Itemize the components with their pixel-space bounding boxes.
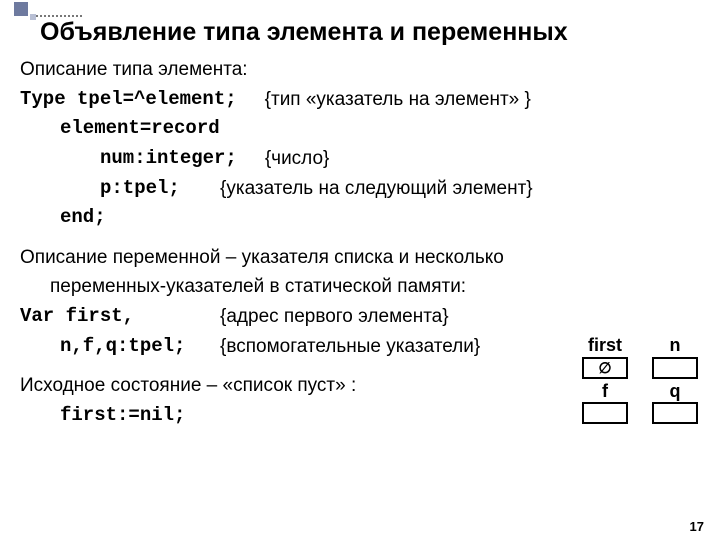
code-type-decl: Type tpel=^element; {тип «указатель на э…: [20, 87, 700, 113]
code-p-line: p:tpel; {указатель на следующий элемент}: [100, 176, 700, 202]
code-type: Type tpel=^element;: [20, 87, 237, 113]
comment-num: {число}: [265, 146, 330, 172]
code-p: p:tpel;: [100, 176, 210, 202]
memory-diagram: first ∅ f n q: [582, 335, 698, 424]
comment-nfq: {вспомогательные указатели}: [220, 334, 480, 360]
code-var-first-line: Var first, {адрес первого элемента}: [20, 304, 700, 330]
code-end: end;: [60, 205, 700, 231]
label-first: first: [588, 335, 622, 356]
desc-var-2: переменных-указателей в статической памя…: [50, 274, 700, 300]
box-q: [652, 402, 698, 424]
slide-decoration: [14, 2, 82, 17]
code-num: num:integer;: [100, 146, 237, 172]
box-f: [582, 402, 628, 424]
desc-var-1: Описание переменной – указателя списка и…: [20, 245, 700, 271]
label-q: q: [670, 381, 681, 402]
comment-first: {адрес первого элемента}: [220, 304, 449, 330]
page-number: 17: [690, 519, 704, 534]
box-n: [652, 357, 698, 379]
label-f: f: [602, 381, 608, 402]
desc-type-element: Описание типа элемента:: [20, 57, 700, 83]
code-record: element=record: [60, 116, 700, 142]
box-first: ∅: [582, 357, 628, 379]
code-var-first: Var first,: [20, 304, 220, 330]
label-n: n: [670, 335, 681, 356]
comment-type: {тип «указатель на элемент» }: [265, 87, 531, 113]
code-num-line: num:integer; {число}: [100, 146, 700, 172]
comment-p: {указатель на следующий элемент}: [220, 176, 533, 202]
slide-title: Объявление типа элемента и переменных: [40, 18, 700, 47]
code-var-nfq: n,f,q:tpel;: [60, 334, 220, 360]
